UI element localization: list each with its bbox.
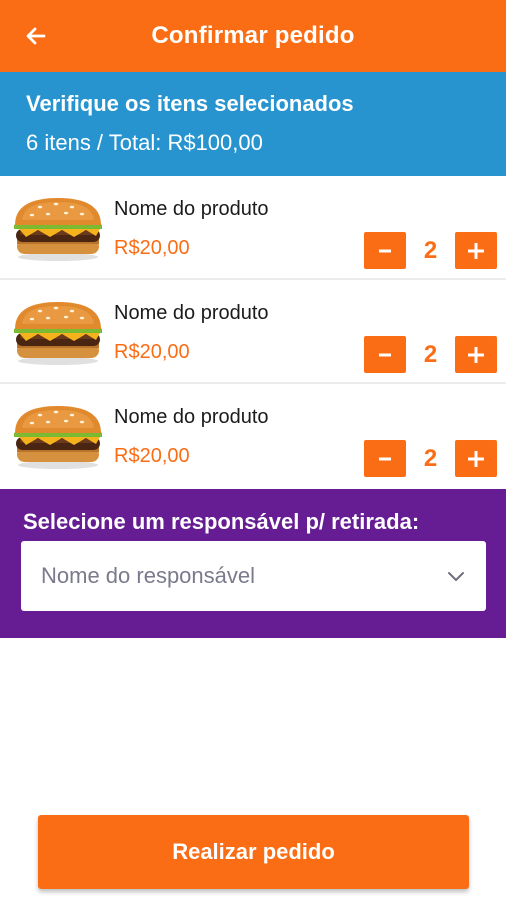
increase-button[interactable] bbox=[455, 232, 497, 269]
product-price: R$20,00 bbox=[114, 445, 190, 467]
quantity-stepper: 2 bbox=[364, 336, 497, 373]
product-price: R$20,00 bbox=[114, 341, 190, 363]
list-item: Nome do produto R$20,00 2 bbox=[0, 384, 506, 488]
responsible-label: Selecione um responsável p/ retirada: bbox=[23, 509, 420, 534]
decrease-button[interactable] bbox=[364, 336, 406, 373]
list-item: Nome do produto R$20,00 2 bbox=[0, 176, 506, 280]
back-button[interactable] bbox=[18, 18, 54, 54]
product-price: R$20,00 bbox=[114, 237, 190, 259]
quantity-stepper: 2 bbox=[364, 232, 497, 269]
page-title: Confirmar pedido bbox=[151, 22, 355, 49]
quantity-value: 2 bbox=[423, 237, 438, 264]
plus-icon bbox=[468, 242, 484, 259]
items-list: Nome do produto R$20,00 2 Nome do produt… bbox=[0, 176, 506, 488]
burger-image bbox=[10, 194, 106, 262]
summary-heading: Verifique os itens selecionados bbox=[26, 91, 354, 116]
product-name: Nome do produto bbox=[114, 198, 269, 220]
minus-icon bbox=[379, 457, 391, 460]
quantity-value: 2 bbox=[423, 445, 438, 472]
plus-icon bbox=[468, 346, 484, 363]
order-summary: Verifique os itens selecionados 6 itens … bbox=[0, 72, 506, 176]
burger-image bbox=[10, 402, 106, 470]
place-order-button[interactable]: Realizar pedido bbox=[38, 815, 469, 889]
summary-totals: 6 itens / Total: R$100,00 bbox=[26, 130, 263, 155]
increase-button[interactable] bbox=[455, 440, 497, 477]
product-name: Nome do produto bbox=[114, 302, 269, 324]
list-item: Nome do produto R$20,00 2 bbox=[0, 280, 506, 384]
responsible-select[interactable]: Nome do responsável bbox=[21, 541, 486, 611]
responsible-placeholder: Nome do responsável bbox=[41, 563, 256, 588]
decrease-button[interactable] bbox=[364, 232, 406, 269]
plus-icon bbox=[468, 450, 484, 467]
quantity-stepper: 2 bbox=[364, 440, 497, 477]
responsible-section: Selecione um responsável p/ retirada: No… bbox=[0, 489, 506, 638]
chevron-down-icon bbox=[448, 572, 464, 581]
arrow-left-icon bbox=[26, 27, 46, 45]
decrease-button[interactable] bbox=[364, 440, 406, 477]
app-screen: Confirmar pedido Verifique os itens sele… bbox=[0, 0, 506, 900]
product-name: Nome do produto bbox=[114, 406, 269, 428]
minus-icon bbox=[379, 249, 391, 252]
app-bar: Confirmar pedido bbox=[0, 0, 506, 72]
burger-image bbox=[10, 298, 106, 366]
increase-button[interactable] bbox=[455, 336, 497, 373]
minus-icon bbox=[379, 353, 391, 356]
quantity-value: 2 bbox=[423, 341, 438, 368]
